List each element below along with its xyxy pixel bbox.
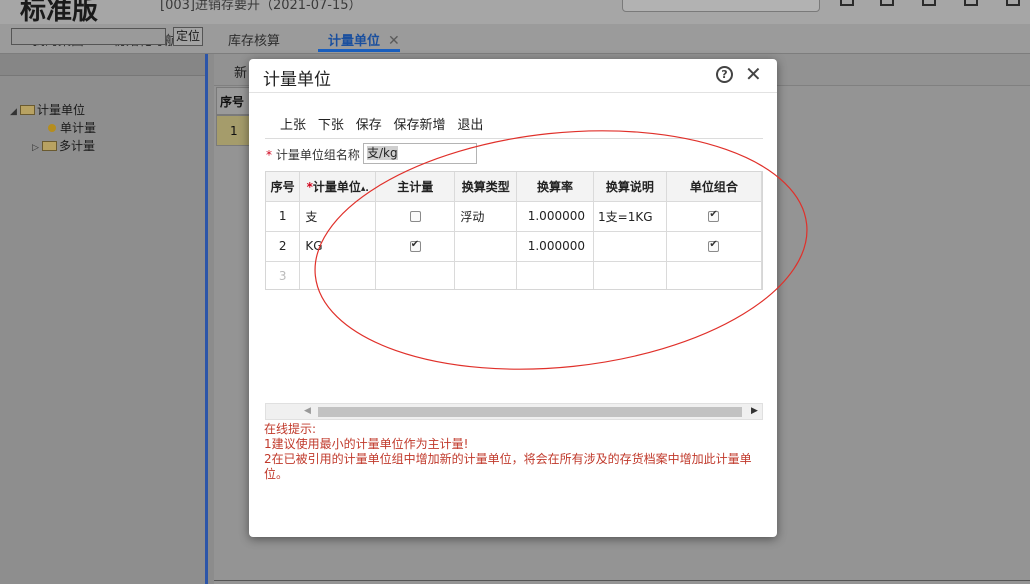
dialog-toolbar: 上张 下张 保存 保存新增 退出	[280, 114, 491, 134]
combo-cell[interactable]	[666, 201, 762, 232]
desc-cell[interactable]	[593, 231, 667, 262]
combo-checkbox[interactable]	[708, 209, 720, 222]
account-set-label: [003]进销存要开（2021-07-15）	[160, 0, 362, 13]
rate-cell[interactable]	[516, 261, 594, 289]
next-button[interactable]: 下张	[318, 114, 344, 133]
column-header-main: 主计量	[375, 172, 456, 202]
user-icon[interactable]	[1006, 0, 1020, 6]
tab-inventory-accounting[interactable]: 库存核算	[228, 30, 280, 52]
save-button[interactable]: 保存	[356, 114, 382, 133]
tree-node-root[interactable]: ◢ 计量单位	[10, 102, 85, 119]
app-header: 标准版 [003]进销存要开（2021-07-15）	[0, 0, 1030, 26]
unit-cell[interactable]	[299, 261, 377, 289]
panel-header	[0, 54, 205, 76]
scroll-left-icon[interactable]: ◀	[304, 406, 311, 416]
unit-dialog: 计量单位 ? ✕ 上张 下张 保存 保存新增 退出 * 计量单位组名称 支/kg…	[249, 59, 777, 537]
hints-title: 在线提示:	[264, 422, 317, 436]
expand-arrow-icon[interactable]: ◢	[10, 104, 20, 121]
table-row[interactable]: 1 支 浮动 1.000000 1支=1KG	[266, 201, 762, 232]
unit-cell[interactable]: KG	[299, 231, 377, 262]
unit-cell[interactable]: 支	[299, 201, 377, 232]
divider	[214, 580, 1030, 581]
row-index: 3	[266, 261, 301, 289]
help-icon[interactable]: ?	[716, 66, 733, 83]
divider	[249, 92, 777, 93]
conv-type-cell[interactable]: 浮动	[454, 201, 518, 232]
table-row[interactable]: 3	[266, 261, 762, 289]
rate-cell[interactable]: 1.000000	[516, 201, 594, 232]
combo-cell[interactable]	[666, 231, 762, 262]
desc-cell[interactable]: 1支=1KG	[593, 201, 667, 232]
tree-node-single[interactable]: 单计量	[48, 120, 96, 137]
tree-node-multi[interactable]: ▷ 多计量	[32, 138, 95, 155]
close-icon[interactable]: ✕	[388, 33, 400, 49]
collapse-arrow-icon[interactable]: ▷	[32, 140, 42, 157]
divider	[265, 138, 763, 139]
combo-cell[interactable]	[666, 261, 762, 289]
tab-label: 计量单位	[328, 34, 381, 49]
main-unit-cell[interactable]	[375, 201, 456, 232]
table-header-row: 序号 *计量单位▴. 主计量 换算类型 换算率 换算说明 单位组合	[266, 172, 762, 202]
app-logo: 标准版	[20, 0, 99, 26]
hint-line-1: 1建议使用最小的计量单位作为主计量!	[264, 437, 469, 451]
dot-icon	[48, 124, 56, 132]
message-icon[interactable]	[922, 0, 936, 6]
online-hints: 在线提示: 1建议使用最小的计量单位作为主计量! 2在已被引用的计量单位组中增加…	[264, 422, 764, 482]
column-header-combo: 单位组合	[666, 172, 762, 202]
column-header-desc: 换算说明	[593, 172, 667, 202]
exit-button[interactable]: 退出	[457, 114, 483, 133]
menu-icon[interactable]	[880, 0, 894, 6]
bg-column-header: 序号	[216, 87, 250, 115]
folder-icon	[20, 105, 35, 115]
tab-unit-of-measure[interactable]: 计量单位 ✕	[318, 30, 400, 52]
group-name-field[interactable]: 支/kg	[363, 143, 477, 164]
search-input[interactable]	[622, 0, 820, 12]
group-name-label: * 计量单位组名称	[266, 148, 360, 162]
close-icon[interactable]: ✕	[745, 62, 762, 86]
unit-grid: 序号 *计量单位▴. 主计量 换算类型 换算率 换算说明 单位组合 1 支 浮动…	[265, 171, 763, 290]
rate-cell[interactable]: 1.000000	[516, 231, 594, 262]
conv-type-cell[interactable]	[454, 231, 518, 262]
combo-checkbox[interactable]	[708, 239, 720, 252]
column-header-conv-type: 换算类型	[454, 172, 518, 202]
row-index: 2	[266, 231, 301, 262]
column-header-rate: 换算率	[516, 172, 594, 202]
desc-cell[interactable]	[593, 261, 667, 289]
home-icon[interactable]	[840, 0, 854, 6]
horizontal-scrollbar[interactable]: ◀ ▶	[265, 403, 763, 420]
row-index: 1	[266, 201, 301, 232]
conv-type-cell[interactable]	[454, 261, 518, 289]
sort-icon[interactable]: ▴.	[361, 184, 369, 194]
tree-panel	[0, 54, 208, 584]
locate-input[interactable]	[11, 28, 166, 45]
table-row[interactable]: 2 KG 1.000000	[266, 231, 762, 262]
new-button[interactable]: 新	[234, 62, 247, 81]
hint-line-2: 2在已被引用的计量单位组中增加新的计量单位，将会在所有涉及的存货档案中增加此计量…	[264, 452, 752, 481]
dialog-title: 计量单位	[263, 70, 331, 90]
gear-icon[interactable]	[964, 0, 978, 6]
folder-icon	[42, 141, 57, 151]
main-unit-checkbox[interactable]	[409, 239, 421, 252]
locate-button[interactable]: 定位	[173, 27, 203, 46]
prev-button[interactable]: 上张	[280, 114, 306, 133]
save-new-button[interactable]: 保存新增	[394, 114, 446, 133]
scroll-right-icon[interactable]: ▶	[751, 406, 758, 416]
main-unit-cell[interactable]	[375, 261, 456, 289]
scroll-thumb[interactable]	[318, 407, 742, 417]
column-header-unit[interactable]: *计量单位▴.	[299, 172, 377, 202]
bg-row-index: 1	[216, 115, 250, 146]
main-unit-cell[interactable]	[375, 231, 456, 262]
main-unit-checkbox[interactable]	[409, 211, 421, 222]
column-header-idx: 序号	[266, 172, 301, 202]
